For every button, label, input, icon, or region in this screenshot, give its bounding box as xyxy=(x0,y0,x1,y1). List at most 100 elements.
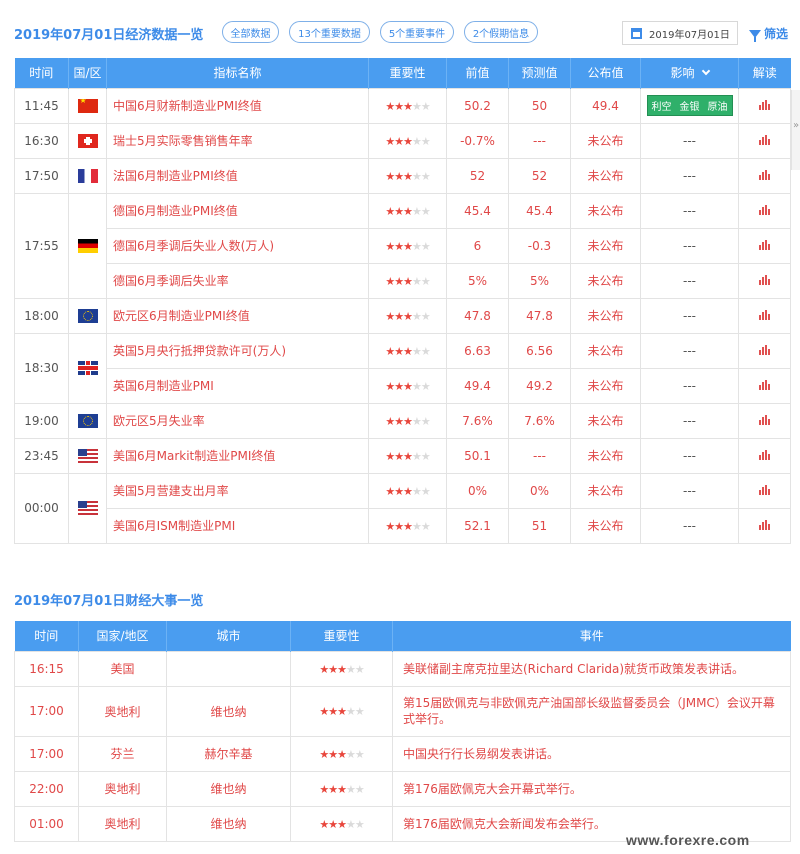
us-flag-icon xyxy=(77,448,98,463)
row-importance: ★★★★★ xyxy=(368,192,447,229)
indicator-link[interactable]: 欧元区5月失业率 xyxy=(106,402,369,439)
row-analysis xyxy=(738,87,791,124)
row-importance: ★★★★★ xyxy=(368,437,447,474)
bar-chart-icon[interactable] xyxy=(758,519,771,530)
filter-button[interactable]: 筛选 xyxy=(749,25,788,42)
indicator-link[interactable]: 瑞士5月实际零售销售年率 xyxy=(106,122,369,159)
indicator-link[interactable]: 德国6月季调后失业率 xyxy=(106,262,369,299)
date-picker[interactable]: 2019年07月01日 xyxy=(622,21,738,45)
row-forecast: 52 xyxy=(508,157,571,194)
importance-stars: ★★★★★ xyxy=(385,414,430,428)
event-text: 第15届欧佩克与非欧佩克产油国部长级监督委员会（JMMC）会议开幕式举行。 xyxy=(392,685,791,737)
table-row: 美国6月ISM制造业PMI ★★★★★ 52.1 51 未公布 --- xyxy=(15,507,791,544)
bar-chart-icon[interactable] xyxy=(758,449,771,460)
table-row: 00:00 美国5月营建支出月率 ★★★★★ 0% 0% 未公布 --- xyxy=(14,472,791,544)
row-importance: ★★★★★ xyxy=(368,367,447,404)
row-actual: 未公布 xyxy=(570,122,641,159)
table-row: 18:30 英国5月央行抵押贷款许可(万人) ★★★★★ 6.63 6.56 未公布 --- xyxy=(14,332,791,404)
row-previous: 7.6% xyxy=(446,402,509,439)
row-time: 16:30 xyxy=(14,122,69,159)
ev-col-city: 城市 xyxy=(166,621,291,651)
indicator-link[interactable]: 美国5月营建支出月率 xyxy=(106,472,369,509)
col-impact[interactable]: 影响 xyxy=(640,58,739,88)
impact-tags: 利空 金银 原油 xyxy=(646,95,733,116)
row-forecast: 45.4 xyxy=(508,192,571,229)
row-impact: --- xyxy=(640,297,739,334)
row-time: 17:55 xyxy=(14,192,69,299)
importance-stars: ★★★★★ xyxy=(385,449,430,463)
funnel-icon xyxy=(749,29,761,42)
bar-chart-icon[interactable] xyxy=(758,169,771,180)
indicator-link[interactable]: 中国6月财新制造业PMI终值 xyxy=(106,87,369,124)
bar-chart-icon[interactable] xyxy=(758,204,771,215)
event-text: 中国央行行长易纲发表讲话。 xyxy=(392,735,791,772)
filter-important-data-button[interactable]: 13个重要数据 xyxy=(289,21,370,43)
indicator-link[interactable]: 欧元区6月制造业PMI终值 xyxy=(106,297,369,334)
indicator-link[interactable]: 英国5月央行抵押贷款许可(万人) xyxy=(106,332,369,369)
row-forecast: 0% xyxy=(508,472,571,509)
row-analysis xyxy=(738,332,791,369)
row-previous: 47.8 xyxy=(446,297,509,334)
row-importance: ★★★★★ xyxy=(368,507,447,544)
event-importance: ★★★★★ xyxy=(290,770,393,807)
col-forecast: 预测值 xyxy=(508,58,571,88)
filter-all-data-button[interactable]: 全部数据 xyxy=(222,21,279,43)
ev-col-event: 事件 xyxy=(392,621,791,651)
row-actual: 未公布 xyxy=(570,367,641,404)
indicator-link[interactable]: 美国6月ISM制造业PMI xyxy=(106,507,369,544)
col-importance: 重要性 xyxy=(368,58,447,88)
row-previous: 5% xyxy=(446,262,509,299)
table-row: 16:30 瑞士5月实际零售销售年率 ★★★★★ -0.7% --- 未公布 --- xyxy=(14,122,791,159)
filter-holidays-button[interactable]: 2个假期信息 xyxy=(464,21,538,43)
table-row: 11:45中国6月财新制造业PMI终值★★★★★50.25049.4利空金银原油 xyxy=(14,87,791,124)
indicator-link[interactable]: 德国6月季调后失业人数(万人) xyxy=(106,227,369,264)
row-analysis xyxy=(738,472,791,509)
bar-chart-icon[interactable] xyxy=(758,414,771,425)
table-row: 英国6月制造业PMI ★★★★★ 49.4 49.2 未公布 --- xyxy=(15,367,791,404)
indicator-link[interactable]: 英国6月制造业PMI xyxy=(106,367,369,404)
row-previous: 6.63 xyxy=(446,332,509,369)
bar-chart-icon[interactable] xyxy=(758,99,771,110)
row-forecast: 51 xyxy=(508,507,571,544)
row-time: 19:00 xyxy=(14,402,69,439)
row-previous: -0.7% xyxy=(446,122,509,159)
event-text: 第176届欧佩克大会开幕式举行。 xyxy=(392,770,791,807)
ev-col-time: 时间 xyxy=(14,621,79,651)
eu-flag-icon xyxy=(77,413,98,428)
bar-chart-icon[interactable] xyxy=(758,239,771,250)
indicator-link[interactable]: 德国6月制造业PMI终值 xyxy=(106,192,369,229)
filter-important-events-button[interactable]: 5个重要事件 xyxy=(380,21,454,43)
row-flag xyxy=(68,192,107,299)
importance-stars: ★★★★★ xyxy=(385,99,430,113)
row-previous: 0% xyxy=(446,472,509,509)
bar-chart-icon[interactable] xyxy=(758,484,771,495)
row-importance: ★★★★★ xyxy=(368,297,447,334)
importance-stars: ★★★★★ xyxy=(319,662,364,676)
event-time: 17:00 xyxy=(14,685,79,737)
economic-data-table: 时间 国/区 指标名称 重要性 前值 预测值 公布值 影响 解读 11:45 中国… xyxy=(14,58,791,544)
importance-stars: ★★★★★ xyxy=(319,782,364,796)
row-previous: 52 xyxy=(446,157,509,194)
importance-stars: ★★★★★ xyxy=(385,484,430,498)
row-impact: --- xyxy=(640,157,739,194)
row-forecast: 47.8 xyxy=(508,297,571,334)
bar-chart-icon[interactable] xyxy=(758,134,771,145)
col-time: 时间 xyxy=(14,58,69,88)
importance-stars: ★★★★★ xyxy=(319,817,364,831)
row-actual: 未公布 xyxy=(570,192,641,229)
china-flag-icon xyxy=(77,98,98,113)
row-time: 11:45 xyxy=(14,87,69,124)
indicator-link[interactable]: 美国6月Markit制造业PMI终值 xyxy=(106,437,369,474)
bar-chart-icon[interactable] xyxy=(758,274,771,285)
row-actual: 未公布 xyxy=(570,157,641,194)
event-time: 17:00 xyxy=(14,735,79,772)
row-previous: 52.1 xyxy=(446,507,509,544)
indicator-link[interactable]: 法国6月制造业PMI终值 xyxy=(106,157,369,194)
page-title: 2019年07月01日经济数据一览 xyxy=(14,28,204,43)
side-scroll-handle[interactable]: » xyxy=(791,90,800,170)
row-impact: --- xyxy=(640,402,739,439)
bar-chart-icon[interactable] xyxy=(758,379,771,390)
bar-chart-icon[interactable] xyxy=(758,309,771,320)
bar-chart-icon[interactable] xyxy=(758,344,771,355)
impact-tag: 利空 xyxy=(647,96,676,115)
